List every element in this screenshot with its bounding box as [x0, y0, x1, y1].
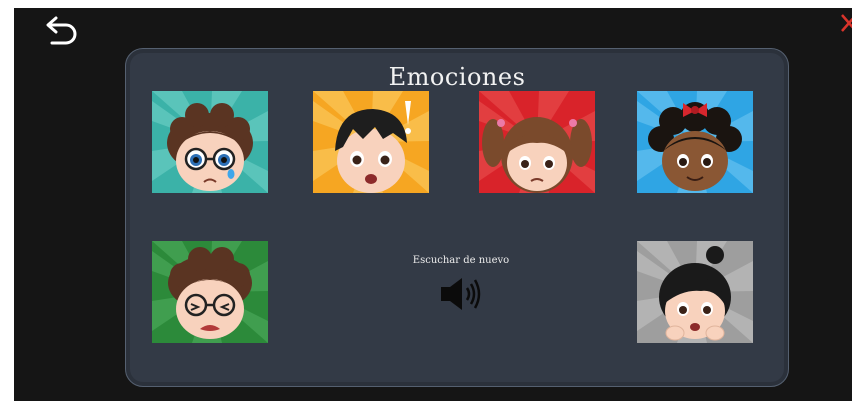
back-button[interactable]: [44, 10, 84, 50]
emotion-card-scared[interactable]: [637, 241, 753, 343]
emotion-card-happy[interactable]: [637, 91, 753, 193]
emotion-card-sad[interactable]: [479, 91, 595, 193]
close-button[interactable]: [838, 12, 852, 34]
replay-audio-button[interactable]: Escuchar de nuevo: [406, 255, 516, 318]
girl-bun-scared-image: [637, 241, 753, 343]
boy-surprised-exclamation-image: [313, 91, 429, 193]
boy-glasses-disgusted-image: [152, 241, 268, 343]
emotion-card-surprised[interactable]: [313, 91, 429, 193]
app-screen: Emociones Escuchar de nuevo: [14, 8, 852, 401]
replay-label: Escuchar de nuevo: [412, 255, 510, 266]
undo-arrow-icon: [46, 16, 77, 45]
boy-glasses-crying-image: [152, 91, 268, 193]
page-title: Emociones: [388, 63, 526, 91]
speaker-icon: [441, 278, 481, 310]
emotions-panel: Emociones Escuchar de nuevo: [125, 48, 789, 387]
emotion-card-disgusted[interactable]: [152, 241, 268, 343]
emotion-card-crying[interactable]: [152, 91, 268, 193]
close-x-icon: [841, 14, 852, 32]
girl-pigtails-sad-image: [479, 91, 595, 193]
girl-bow-smiling-image: [637, 91, 753, 193]
